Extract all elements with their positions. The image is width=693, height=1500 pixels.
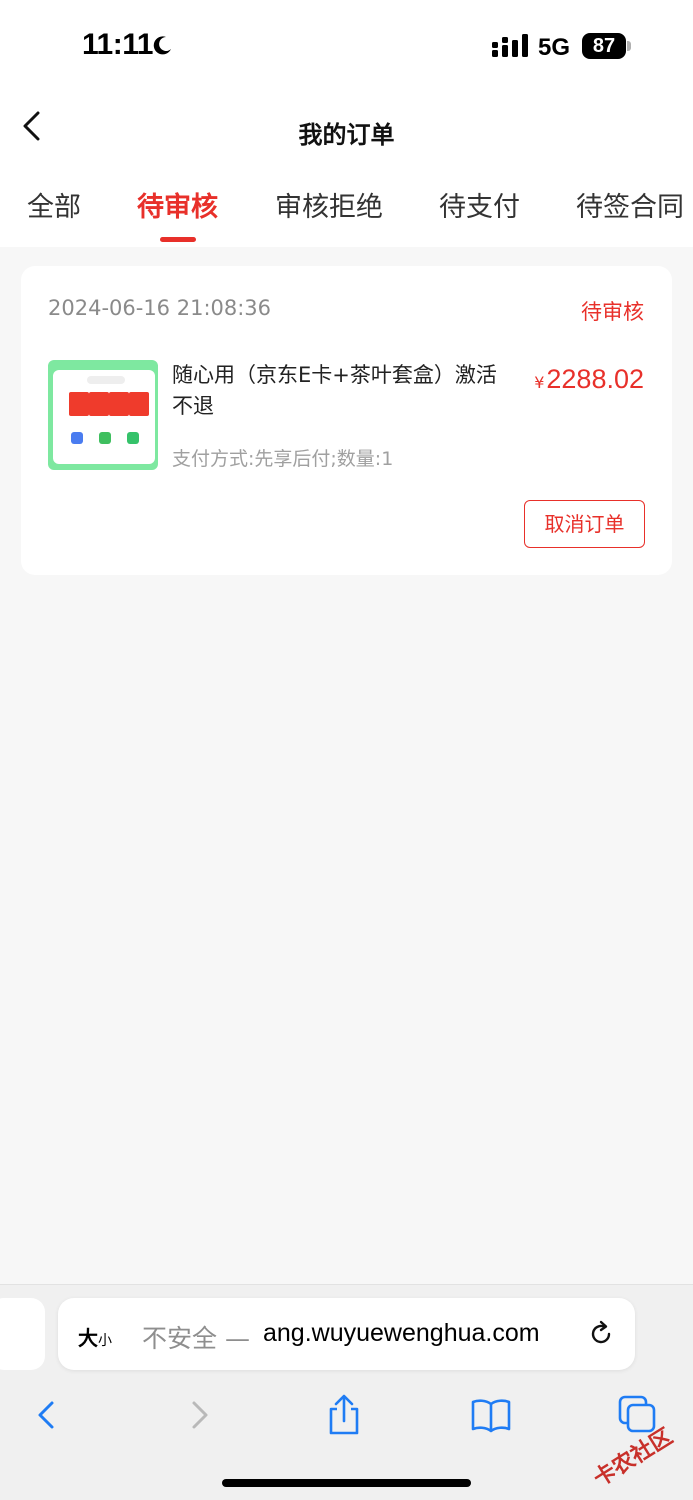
- page-title: 我的订单: [298, 121, 395, 149]
- product-name[interactable]: 随心用（京东E卡+茶叶套盒）激活不退: [172, 360, 502, 422]
- tab-pending-review[interactable]: 待审核: [137, 185, 218, 224]
- app-logo-icon: [71, 432, 83, 444]
- tab-review-rejected[interactable]: 审核拒绝: [275, 185, 383, 224]
- order-price: ¥2288.02: [534, 364, 644, 395]
- text-size-button[interactable]: 大小: [78, 1322, 112, 1351]
- reload-icon[interactable]: [587, 1320, 615, 1348]
- bookmarks-icon[interactable]: [469, 1393, 513, 1437]
- currency-symbol: ¥: [534, 373, 545, 392]
- order-datetime: 2024-06-16 21:08:36: [48, 296, 272, 320]
- battery-icon: 87: [582, 33, 626, 59]
- price-value: 2288.02: [546, 364, 644, 394]
- product-image-tag: [87, 376, 125, 384]
- cancel-order-button[interactable]: 取消订单: [524, 500, 645, 548]
- url-domain: ang.wuyuewenghua.com: [263, 1319, 540, 1347]
- insecure-label: 不安全 —: [142, 1324, 250, 1353]
- product-image[interactable]: [48, 360, 158, 470]
- network-type: 5G: [538, 34, 571, 61]
- tab-pending-contract[interactable]: 待签合同: [576, 185, 684, 224]
- tab-all[interactable]: 全部: [27, 185, 81, 224]
- moon-icon: [150, 34, 174, 62]
- browser-back-icon[interactable]: [26, 1393, 70, 1437]
- status-time: 11:11: [82, 28, 153, 61]
- text-size-big: 大: [78, 1326, 98, 1350]
- browser-forward-icon[interactable]: [176, 1393, 220, 1437]
- status-bar: 11:11 5G 87: [0, 0, 693, 95]
- order-meta: 支付方式:先享后付;数量:1: [172, 448, 394, 470]
- product-image-card: [109, 392, 129, 416]
- product-image-card: [89, 392, 109, 416]
- product-image-card: [69, 392, 89, 416]
- order-card[interactable]: 2024-06-16 21:08:36 待审核 随心用（京东E卡+茶叶套盒）激活…: [21, 266, 672, 575]
- cellular-signal-icon: [492, 34, 528, 62]
- play-icon: [99, 432, 111, 444]
- order-status: 待审核: [581, 300, 644, 324]
- previous-tab-preview[interactable]: [0, 1298, 45, 1370]
- battery-cap: [627, 41, 631, 51]
- share-icon[interactable]: [322, 1393, 366, 1437]
- page-header: 我的订单: [0, 95, 693, 165]
- address-bar[interactable]: 大小 不安全 — ang.wuyuewenghua.com: [58, 1298, 635, 1370]
- product-image-inner: [53, 370, 155, 464]
- home-indicator: [222, 1479, 471, 1487]
- text-size-small: 小: [98, 1333, 112, 1349]
- product-image-card: [129, 392, 149, 416]
- order-tabs: 全部 待审核 审核拒绝 待支付 待签合同: [0, 165, 693, 247]
- active-tab-indicator: [160, 237, 196, 242]
- tab-pending-payment[interactable]: 待支付: [439, 185, 520, 224]
- app-logo-icon: [127, 432, 139, 444]
